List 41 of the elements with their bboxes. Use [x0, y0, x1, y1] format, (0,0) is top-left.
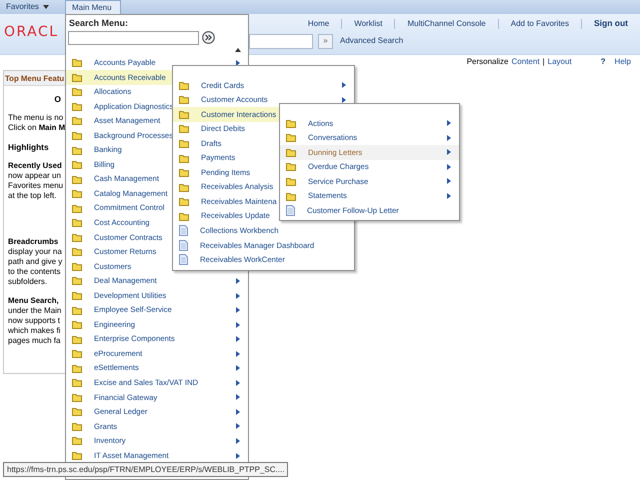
caret-icon	[42, 5, 49, 9]
personalize-label: Personalize	[466, 56, 509, 68]
paragraph-text: display your na	[8, 247, 63, 257]
help-link[interactable]: Help	[614, 56, 631, 68]
layout-link[interactable]: Layout	[548, 56, 572, 68]
search-button[interactable]: »	[318, 34, 333, 48]
header-link[interactable]: Worklist	[354, 18, 382, 30]
paragraph-text: to the contents	[8, 267, 62, 277]
menu-tab[interactable]: Favorites	[0, 0, 60, 14]
url-tooltip: https://fms-trn.ps.sc.edu/psp/FTRN/EMPLOYEE/ERP/s/WEBLIB_PTPP_SC....	[3, 462, 288, 477]
scroll-up-icon	[235, 48, 241, 52]
paragraph-text: at the top left.	[8, 191, 58, 201]
logo: ORACL	[3, 23, 60, 42]
heading-text: Highlights	[8, 142, 50, 152]
header-link[interactable]: Sign out	[594, 17, 628, 30]
search-menu-label: Search Menu:	[68, 17, 130, 30]
menu-search-field[interactable]	[68, 30, 199, 44]
menu-tab[interactable]: Main Menu	[65, 0, 121, 14]
document-icon	[179, 225, 188, 236]
header-link[interactable]: MultiChannel Console	[407, 18, 486, 30]
help-icon: ?	[600, 56, 606, 68]
paragraph-text: pages much fa	[8, 336, 62, 346]
document-icon	[286, 205, 295, 216]
paragraph-text: under the Main	[8, 306, 62, 316]
paragraph-text: subfolders.	[8, 277, 48, 287]
paragraph-text: which makes fi	[8, 326, 62, 336]
heading-text: O	[53, 94, 61, 104]
document-icon	[179, 240, 188, 251]
search-field[interactable]	[249, 34, 313, 48]
advanced-search-link[interactable]: Advanced Search	[340, 35, 404, 47]
content-link[interactable]: Content	[512, 56, 540, 68]
separator-text: |	[542, 56, 545, 68]
header-link[interactable]: Home	[308, 18, 330, 30]
document-icon	[179, 254, 188, 266]
paragraph-text: now appear un	[8, 171, 62, 181]
paragraph-text: Favorites menu	[8, 181, 64, 191]
paragraph-text: path and give y	[8, 257, 64, 267]
paragraph-text: now supports t	[8, 316, 62, 326]
paragraph-text: The menu is no	[8, 113, 64, 123]
go-icon	[202, 31, 215, 44]
header-link[interactable]: Add to Favorites	[510, 18, 569, 30]
